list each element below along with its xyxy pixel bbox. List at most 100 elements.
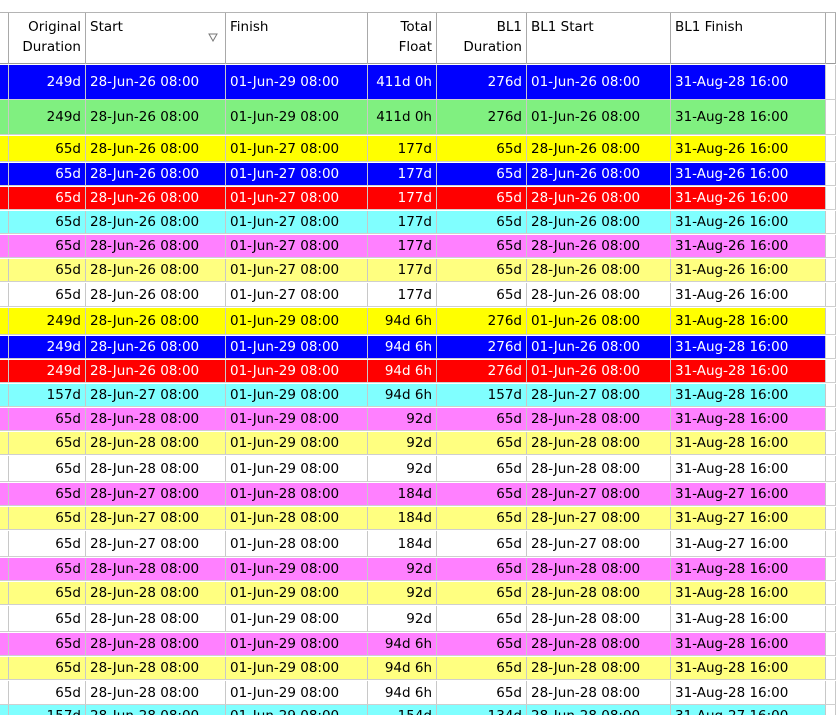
cell-finish[interactable]: 01-Jun-27 08:00 (226, 136, 368, 161)
cell-original-duration[interactable]: 249d (9, 308, 86, 334)
cell-original-duration[interactable]: 65d (9, 408, 86, 430)
cell-start[interactable]: 28-Jun-28 08:00 (86, 432, 226, 454)
cell-finish[interactable]: 01-Jun-29 08:00 (226, 606, 368, 631)
cell-total-float[interactable]: 94d 6h (368, 308, 437, 334)
cell-bl1-duration[interactable]: 65d (437, 657, 527, 679)
cell-original-duration[interactable]: 65d (9, 507, 86, 529)
cell-finish[interactable]: 01-Jun-27 08:00 (226, 259, 368, 281)
cell-original-duration[interactable]: 65d (9, 558, 86, 580)
cell-bl1-start[interactable]: 28-Jun-26 08:00 (527, 283, 671, 306)
cell-bl1-start[interactable]: 01-Jun-26 08:00 (527, 65, 671, 99)
cell-finish[interactable]: 01-Jun-29 08:00 (226, 657, 368, 679)
cell-total-float[interactable]: 177d (368, 283, 437, 306)
cell-bl1-duration[interactable]: 65d (437, 531, 527, 556)
cell-bl1-duration[interactable]: 65d (437, 681, 527, 704)
cell-bl1-finish[interactable]: 31-Aug-27 16:00 (671, 483, 826, 505)
cell-start[interactable]: 28-Jun-28 08:00 (86, 606, 226, 631)
cell-start[interactable]: 28-Jun-26 08:00 (86, 308, 226, 334)
table-row[interactable]: 65d 28-Jun-26 08:00 01-Jun-27 08:00 177d 65d… (0, 211, 836, 234)
header-finish[interactable]: Finish (226, 13, 368, 64)
cell-finish[interactable]: 01-Jun-29 08:00 (226, 65, 368, 99)
cell-bl1-duration[interactable]: 65d (437, 633, 527, 655)
cell-finish[interactable]: 01-Jun-27 08:00 (226, 283, 368, 306)
cell-bl1-finish[interactable]: 31-Aug-26 16:00 (671, 259, 826, 281)
cell-total-float[interactable]: 92d (368, 432, 437, 454)
cell-bl1-duration[interactable]: 65d (437, 211, 527, 233)
sort-descending-icon[interactable] (208, 32, 218, 42)
cell-total-float[interactable]: 177d (368, 235, 437, 257)
cell-bl1-start[interactable]: 28-Jun-28 08:00 (527, 705, 671, 715)
cell-bl1-duration[interactable]: 134d (437, 705, 527, 715)
cell-original-duration[interactable]: 65d (9, 681, 86, 704)
cell-start[interactable]: 28-Jun-26 08:00 (86, 163, 226, 185)
cell-bl1-start[interactable]: 01-Jun-26 08:00 (527, 308, 671, 334)
table-row[interactable]: 65d 28-Jun-28 08:00 01-Jun-29 08:00 92d 65d 2… (0, 408, 836, 431)
cell-start[interactable]: 28-Jun-27 08:00 (86, 531, 226, 556)
header-bl1-duration[interactable]: BL1 Duration (437, 13, 527, 64)
cell-total-float[interactable]: 94d 6h (368, 681, 437, 704)
cell-original-duration[interactable]: 65d (9, 259, 86, 281)
table-row[interactable]: 65d 28-Jun-27 08:00 01-Jun-28 08:00 184d 65d… (0, 507, 836, 530)
cell-finish[interactable]: 01-Jun-28 08:00 (226, 531, 368, 556)
cell-bl1-finish[interactable]: 31-Aug-26 16:00 (671, 136, 826, 161)
table-row[interactable]: 157d 28-Jun-27 08:00 01-Jun-29 08:00 94d 6h… (0, 384, 836, 407)
cell-total-float[interactable]: 94d 6h (368, 633, 437, 655)
table-row[interactable]: 65d 28-Jun-26 08:00 01-Jun-27 08:00 177d 65d… (0, 187, 836, 210)
cell-bl1-start[interactable]: 28-Jun-28 08:00 (527, 558, 671, 580)
table-row[interactable]: 65d 28-Jun-27 08:00 01-Jun-28 08:00 184d 65d… (0, 531, 836, 557)
cell-start[interactable]: 28-Jun-26 08:00 (86, 259, 226, 281)
table-row[interactable]: 249d 28-Jun-26 08:00 01-Jun-29 08:00 94d 6h… (0, 360, 836, 383)
cell-bl1-start[interactable]: 28-Jun-26 08:00 (527, 235, 671, 257)
cell-bl1-start[interactable]: 28-Jun-28 08:00 (527, 606, 671, 631)
cell-bl1-finish[interactable]: 31-Aug-26 16:00 (671, 187, 826, 209)
cell-original-duration[interactable]: 65d (9, 606, 86, 631)
cell-start[interactable]: 28-Jun-28 08:00 (86, 408, 226, 430)
cell-bl1-duration[interactable]: 65d (437, 283, 527, 306)
cell-bl1-duration[interactable]: 65d (437, 507, 527, 529)
cell-bl1-finish[interactable]: 31-Aug-28 16:00 (671, 657, 826, 679)
cell-total-float[interactable]: 92d (368, 558, 437, 580)
cell-bl1-finish[interactable]: 31-Aug-28 16:00 (671, 308, 826, 334)
cell-start[interactable]: 28-Jun-26 08:00 (86, 136, 226, 161)
table-row[interactable]: 65d 28-Jun-28 08:00 01-Jun-29 08:00 94d 6h 6… (0, 681, 836, 705)
table-row[interactable]: 249d 28-Jun-26 08:00 01-Jun-29 08:00 411d 0… (0, 65, 836, 100)
cell-bl1-finish[interactable]: 31-Aug-28 16:00 (671, 432, 826, 454)
cell-bl1-duration[interactable]: 65d (437, 235, 527, 257)
cell-original-duration[interactable]: 65d (9, 235, 86, 257)
cell-total-float[interactable]: 184d (368, 531, 437, 556)
cell-bl1-finish[interactable]: 31-Aug-28 16:00 (671, 408, 826, 430)
cell-bl1-duration[interactable]: 276d (437, 65, 527, 99)
cell-total-float[interactable]: 184d (368, 507, 437, 529)
cell-finish[interactable]: 01-Jun-29 08:00 (226, 456, 368, 481)
cell-bl1-duration[interactable]: 65d (437, 259, 527, 281)
cell-finish[interactable]: 01-Jun-27 08:00 (226, 211, 368, 233)
cell-bl1-start[interactable]: 28-Jun-26 08:00 (527, 136, 671, 161)
cell-finish[interactable]: 01-Jun-29 08:00 (226, 308, 368, 334)
cell-bl1-finish[interactable]: 31-Aug-26 16:00 (671, 235, 826, 257)
cell-bl1-start[interactable]: 28-Jun-28 08:00 (527, 456, 671, 481)
cell-start[interactable]: 28-Jun-26 08:00 (86, 211, 226, 233)
cell-start[interactable]: 28-Jun-26 08:00 (86, 235, 226, 257)
cell-bl1-duration[interactable]: 65d (437, 408, 527, 430)
cell-start[interactable]: 28-Jun-27 08:00 (86, 483, 226, 505)
cell-start[interactable]: 28-Jun-28 08:00 (86, 456, 226, 481)
cell-bl1-duration[interactable]: 276d (437, 100, 527, 134)
cell-bl1-start[interactable]: 28-Jun-27 08:00 (527, 531, 671, 556)
cell-start[interactable]: 28-Jun-28 08:00 (86, 582, 226, 604)
cell-finish[interactable]: 01-Jun-29 08:00 (226, 408, 368, 430)
cell-original-duration[interactable]: 249d (9, 65, 86, 99)
cell-total-float[interactable]: 177d (368, 211, 437, 233)
cell-start[interactable]: 28-Jun-26 08:00 (86, 283, 226, 306)
cell-finish[interactable]: 01-Jun-27 08:00 (226, 187, 368, 209)
cell-bl1-duration[interactable]: 65d (437, 558, 527, 580)
cell-bl1-start[interactable]: 01-Jun-26 08:00 (527, 336, 671, 358)
cell-original-duration[interactable]: 157d (9, 705, 86, 715)
cell-finish[interactable]: 01-Jun-29 08:00 (226, 633, 368, 655)
cell-total-float[interactable]: 94d 6h (368, 360, 437, 382)
cell-finish[interactable]: 01-Jun-29 08:00 (226, 384, 368, 406)
cell-bl1-duration[interactable]: 276d (437, 360, 527, 382)
table-row[interactable]: 65d 28-Jun-28 08:00 01-Jun-29 08:00 92d 65d 2… (0, 456, 836, 482)
cell-start[interactable]: 28-Jun-28 08:00 (86, 705, 226, 715)
table-row[interactable]: 157d28-Jun-28 08:0001-Jun-29 08:00154d13… (0, 705, 836, 715)
cell-original-duration[interactable]: 249d (9, 100, 86, 134)
